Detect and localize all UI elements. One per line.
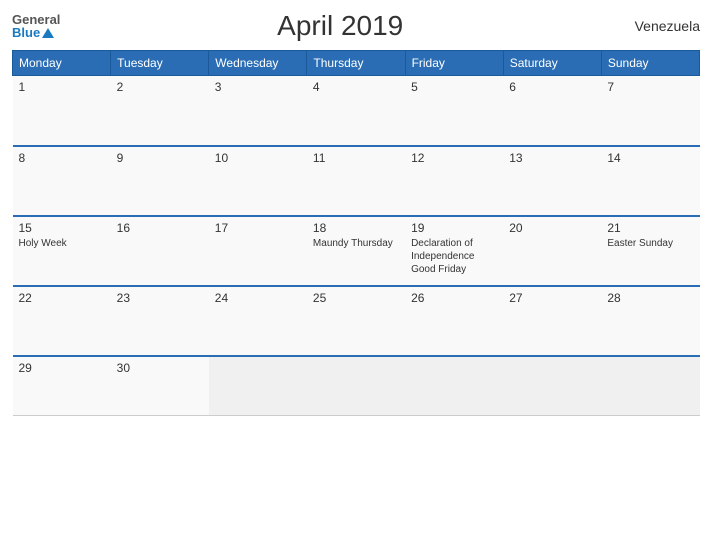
day-number: 11 (313, 151, 399, 165)
day-number: 18 (313, 221, 399, 235)
month-title: April 2019 (60, 10, 620, 42)
calendar-cell: 27 (503, 286, 601, 356)
calendar-cell: 30 (111, 356, 209, 416)
day-number: 7 (607, 80, 693, 94)
event-label: Holy Week (19, 237, 105, 250)
day-number: 22 (19, 291, 105, 305)
calendar-cell: 7 (601, 76, 699, 146)
day-number: 2 (117, 80, 203, 94)
calendar-cell: 2 (111, 76, 209, 146)
calendar-table: Monday Tuesday Wednesday Thursday Friday… (12, 50, 700, 416)
days-header-row: Monday Tuesday Wednesday Thursday Friday… (13, 51, 700, 76)
event-label: Good Friday (411, 263, 497, 276)
logo: General Blue (12, 13, 60, 39)
col-monday: Monday (13, 51, 111, 76)
calendar-cell: 25 (307, 286, 405, 356)
day-number: 5 (411, 80, 497, 94)
day-number: 1 (19, 80, 105, 94)
day-number: 25 (313, 291, 399, 305)
calendar-cell (307, 356, 405, 416)
country-label: Venezuela (620, 18, 700, 34)
calendar-cell: 9 (111, 146, 209, 216)
calendar-cell: 16 (111, 216, 209, 286)
event-label: Maundy Thursday (313, 237, 399, 250)
day-number: 12 (411, 151, 497, 165)
calendar-cell: 28 (601, 286, 699, 356)
col-sunday: Sunday (601, 51, 699, 76)
day-number: 4 (313, 80, 399, 94)
calendar-cell: 10 (209, 146, 307, 216)
day-number: 30 (117, 361, 203, 375)
table-row: 89 10 11 12 13 14 (13, 146, 700, 216)
calendar-cell: 12 (405, 146, 503, 216)
day-number: 15 (19, 221, 105, 235)
day-number: 13 (509, 151, 595, 165)
calendar-cell: 24 (209, 286, 307, 356)
calendar-cell: 18 Maundy Thursday (307, 216, 405, 286)
calendar-cell: 29 (13, 356, 111, 416)
calendar-cell (209, 356, 307, 416)
table-row: 15 Holy Week 16 17 18 Maundy Thursday 19 Declar… (13, 216, 700, 286)
calendar-cell: 14 (601, 146, 699, 216)
day-number: 24 (215, 291, 301, 305)
calendar-cell: 1 (13, 76, 111, 146)
logo-triangle-icon (42, 28, 54, 38)
calendar-cell: 26 (405, 286, 503, 356)
calendar-cell: 22 (13, 286, 111, 356)
day-number: 29 (19, 361, 105, 375)
calendar-cell: 6 (503, 76, 601, 146)
col-saturday: Saturday (503, 51, 601, 76)
calendar-cell: 8 (13, 146, 111, 216)
header: General Blue April 2019 Venezuela (12, 10, 700, 42)
day-number: 27 (509, 291, 595, 305)
day-number: 23 (117, 291, 203, 305)
col-tuesday: Tuesday (111, 51, 209, 76)
day-number: 16 (117, 221, 203, 235)
calendar-cell: 20 (503, 216, 601, 286)
day-number: 6 (509, 80, 595, 94)
day-number: 26 (411, 291, 497, 305)
day-number: 14 (607, 151, 693, 165)
table-row: 22 23 24 25 26 27 28 (13, 286, 700, 356)
logo-blue-text: Blue (12, 26, 40, 39)
calendar-page: General Blue April 2019 Venezuela Monday… (0, 0, 712, 550)
calendar-cell (503, 356, 601, 416)
calendar-cell: 21 Easter Sunday (601, 216, 699, 286)
calendar-cell: 3 (209, 76, 307, 146)
calendar-cell (601, 356, 699, 416)
calendar-cell: 13 (503, 146, 601, 216)
calendar-cell: 17 (209, 216, 307, 286)
table-row: 29 30 (13, 356, 700, 416)
calendar-cell: 5 (405, 76, 503, 146)
day-number: 19 (411, 221, 497, 235)
event-label: Easter Sunday (607, 237, 693, 250)
calendar-cell: 23 (111, 286, 209, 356)
day-number: 17 (215, 221, 301, 235)
day-number: 9 (117, 151, 203, 165)
col-wednesday: Wednesday (209, 51, 307, 76)
col-friday: Friday (405, 51, 503, 76)
day-number: 28 (607, 291, 693, 305)
calendar-cell: 4 (307, 76, 405, 146)
col-thursday: Thursday (307, 51, 405, 76)
calendar-cell: 15 Holy Week (13, 216, 111, 286)
day-number: 3 (215, 80, 301, 94)
day-number: 21 (607, 221, 693, 235)
event-label: Declaration of Independence (411, 237, 497, 263)
calendar-cell: 11 (307, 146, 405, 216)
day-number: 20 (509, 221, 595, 235)
table-row: 1234567 (13, 76, 700, 146)
day-number: 10 (215, 151, 301, 165)
day-number: 8 (19, 151, 105, 165)
calendar-cell: 19 Declaration of IndependenceGood Friday (405, 216, 503, 286)
calendar-cell (405, 356, 503, 416)
